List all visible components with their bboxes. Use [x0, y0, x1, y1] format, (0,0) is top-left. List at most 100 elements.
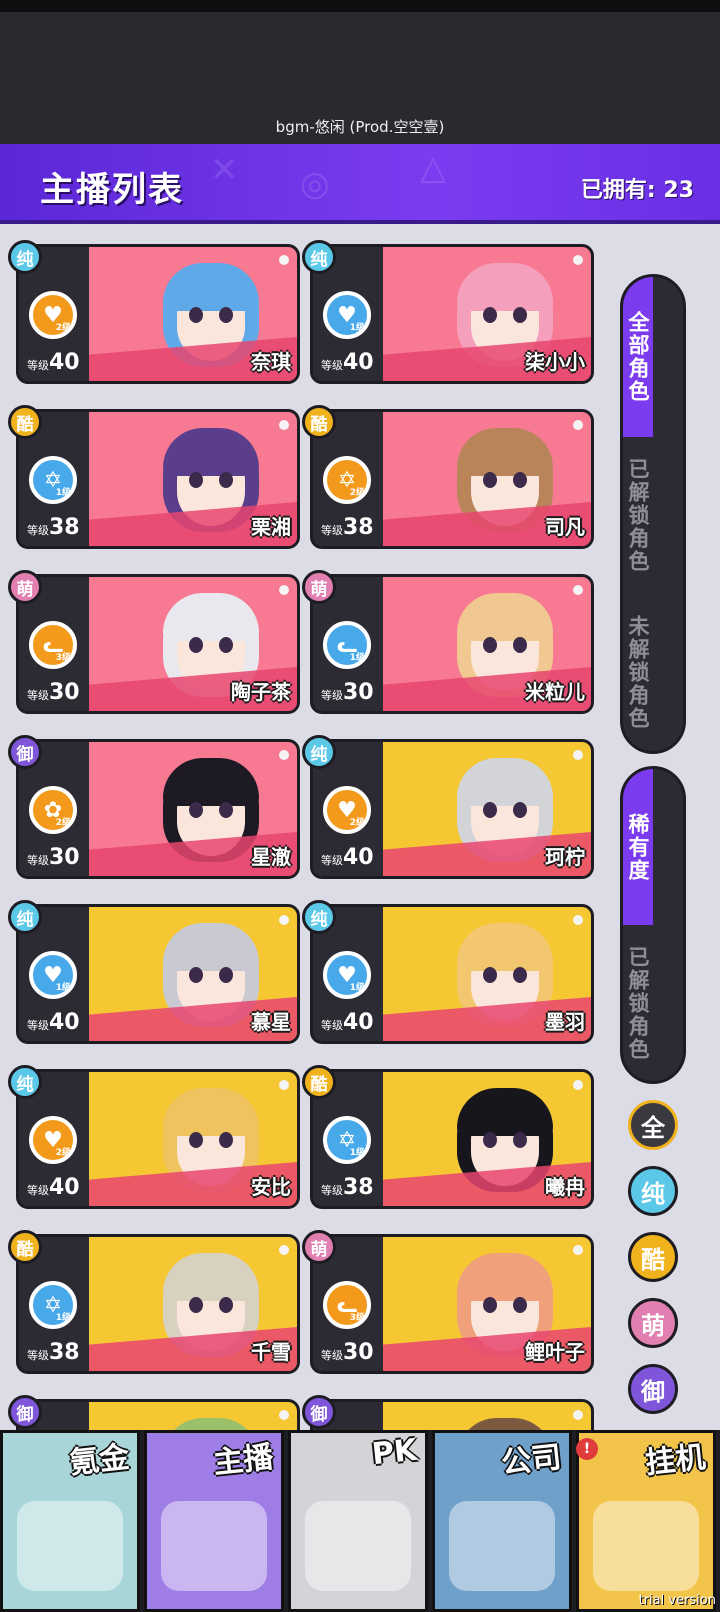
- streamer-card[interactable]: ♥ 1级 等级40 柒小小: [310, 244, 594, 384]
- level-value: 40: [343, 350, 374, 375]
- cat-face-icon: ᓚ 3级: [323, 1281, 371, 1329]
- nav-shop-icon: [17, 1501, 123, 1591]
- status-dot: [279, 420, 289, 430]
- level-label: 等级: [321, 359, 343, 372]
- nav-label: 挂机: [643, 1439, 708, 1482]
- level-label: 等级: [27, 854, 49, 867]
- status-dot: [279, 750, 289, 760]
- owned-label: 已拥有:: [580, 178, 656, 203]
- level-label: 等级: [321, 1184, 343, 1197]
- level-value: 40: [343, 845, 374, 870]
- attribute-badge: 纯: [302, 900, 336, 934]
- rose-icon: ✿ 2级: [29, 786, 77, 834]
- level-value: 30: [343, 1340, 374, 1365]
- filter-rarity[interactable]: 稀有度: [623, 769, 653, 925]
- status-dot: [279, 915, 289, 925]
- filter-attr-cute[interactable]: 萌: [628, 1298, 678, 1348]
- streamer-list[interactable]: ♥ 2级 等级40 奈琪纯 ♥ 1级 等级40 柒小小纯 ✡ 1级 等级38 栗湘酷 ✡ 2级 等级38 司凡…: [0, 224, 610, 1470]
- level-value: 40: [49, 350, 80, 375]
- decor-x-icon: ✕: [210, 150, 239, 190]
- streamer-card[interactable]: ♥ 1级 等级40 墨羽: [310, 904, 594, 1044]
- attribute-badge: 萌: [8, 570, 42, 604]
- level-display: 等级40: [321, 350, 374, 375]
- attribute-badge: 酷: [302, 1065, 336, 1099]
- level-display: 等级40: [27, 1010, 80, 1035]
- level-display: 等级38: [321, 1175, 374, 1200]
- streamer-name: 司凡: [545, 515, 585, 539]
- streamer-name: 栗湘: [251, 515, 291, 539]
- level-value: 40: [343, 1010, 374, 1035]
- streamer-card[interactable]: ᓚ 1级等级30 米粒儿: [310, 574, 594, 714]
- nav-company[interactable]: 公司: [432, 1430, 572, 1612]
- streamer-card[interactable]: ✿ 2级等级30 星澈: [16, 739, 300, 879]
- nav-idle[interactable]: 挂机: [576, 1430, 716, 1612]
- filter-attr-royal[interactable]: 御: [628, 1364, 678, 1414]
- status-dot: [573, 1080, 583, 1090]
- attribute-badge: 纯: [8, 1065, 42, 1099]
- nav-streamer[interactable]: 主播: [144, 1430, 284, 1612]
- filter-attr-pure[interactable]: 纯: [628, 1166, 678, 1216]
- streamer-card[interactable]: ✡ 1级 等级38 栗湘: [16, 409, 300, 549]
- attribute-badge: 纯: [8, 900, 42, 934]
- status-dot: [573, 750, 583, 760]
- cat-face-icon: ᓚ 3级: [29, 621, 77, 669]
- trial-label: trial version: [638, 1593, 716, 1608]
- level-display: 等级40: [321, 1010, 374, 1035]
- level-display: 等级40: [321, 845, 374, 870]
- ownership-filter: 全部角色 已解锁角色 未解锁角色: [620, 274, 686, 754]
- header-bar: ✕ ◎ △ 主播列表 已拥有: 23: [0, 144, 720, 224]
- nav-pk[interactable]: PK: [288, 1430, 428, 1612]
- bgm-title: bgm-悠闲 (Prod.空空壹): [275, 118, 445, 136]
- filter-all-roles[interactable]: 全部角色: [623, 277, 653, 437]
- nav-label: 氪金: [67, 1439, 132, 1482]
- status-dot: [279, 1410, 289, 1420]
- level-display: 等级30: [321, 1340, 374, 1365]
- star-of-david-icon: ✡ 1级: [323, 1116, 371, 1164]
- star-of-david-icon: ✡ 2级: [323, 456, 371, 504]
- nav-shop[interactable]: 氪金: [0, 1430, 140, 1612]
- level-value: 30: [49, 845, 80, 870]
- streamer-card[interactable]: ♥ 2级 等级40 奈琪: [16, 244, 300, 384]
- streamer-card[interactable]: ♥ 2级 等级40 珂柠: [310, 739, 594, 879]
- streamer-name: 星澈: [251, 845, 291, 869]
- streamer-name: 陶子茶: [231, 680, 291, 704]
- streamer-card[interactable]: ✡ 1级 等级38 曦冉: [310, 1069, 594, 1209]
- skill-level: 1级: [349, 1148, 365, 1158]
- attribute-badge: 萌: [302, 570, 336, 604]
- filter-attr-all[interactable]: 全: [628, 1100, 678, 1150]
- level-label: 等级: [27, 1184, 49, 1197]
- streamer-card[interactable]: ✡ 1级 等级38 千雪: [16, 1234, 300, 1374]
- streamer-card[interactable]: ᓚ 3级 等级30 鲤叶子: [310, 1234, 594, 1374]
- streamer-card[interactable]: ♥ 2级 等级40 安比: [16, 1069, 300, 1209]
- level-display: 等级38: [27, 1340, 80, 1365]
- filter-locked[interactable]: 未解锁角色: [623, 593, 653, 751]
- streamer-name: 米粒儿: [525, 680, 585, 704]
- level-label: 等级: [321, 524, 343, 537]
- streamer-name: 奈琪: [251, 350, 291, 374]
- skill-level: 2级: [55, 323, 71, 333]
- skill-level: 2级: [55, 1148, 71, 1158]
- level-value: 40: [49, 1010, 80, 1035]
- nav-label: PK: [370, 1432, 419, 1473]
- streamer-name: 慕星: [251, 1010, 291, 1034]
- heart-pulse-icon: ♥ 1级: [323, 951, 371, 999]
- skill-level: 1级: [55, 1313, 71, 1323]
- streamer-name: 柒小小: [525, 350, 585, 374]
- streamer-card[interactable]: ✡ 2级等级38 司凡: [310, 409, 594, 549]
- filter-attr-cool[interactable]: 酷: [628, 1232, 678, 1282]
- filter-unlocked[interactable]: 已解锁角色: [623, 437, 653, 593]
- level-value: 38: [343, 1175, 374, 1200]
- level-label: 等级: [27, 1019, 49, 1032]
- cat-face-icon: ᓚ 1级: [323, 621, 371, 669]
- level-display: 等级30: [321, 680, 374, 705]
- streamer-card[interactable]: ᓚ 3级 等级30 陶子茶: [16, 574, 300, 714]
- status-dot: [279, 585, 289, 595]
- attribute-badge: 御: [302, 1395, 336, 1429]
- level-value: 38: [343, 515, 374, 540]
- filter-rarity-unlocked[interactable]: 已解锁角色: [623, 925, 653, 1081]
- streamer-card[interactable]: ♥ 1级 等级40 慕星: [16, 904, 300, 1044]
- decor-triangle-icon: △: [420, 148, 447, 188]
- nav-company-icon: [449, 1501, 555, 1591]
- attribute-badge: 纯: [302, 735, 336, 769]
- page-title: 主播列表: [40, 170, 184, 210]
